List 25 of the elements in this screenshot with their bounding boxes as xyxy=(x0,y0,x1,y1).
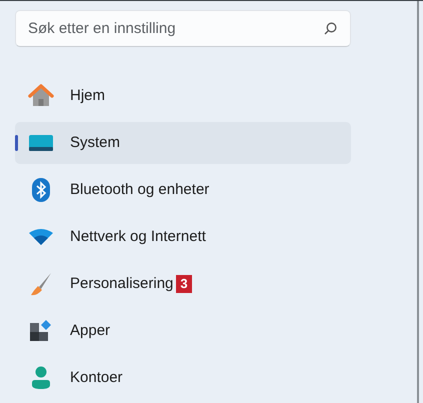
count-badge: 3 xyxy=(176,275,192,293)
nav-label: System xyxy=(70,132,120,153)
nav-label: Nettverk og Internett xyxy=(70,226,206,247)
nav-item[interactable]: Kontoer xyxy=(15,357,351,399)
wifi-icon xyxy=(29,228,53,246)
nav-label: Bluetooth og enheter xyxy=(70,180,210,200)
monitor-icon xyxy=(29,134,53,152)
search-icon xyxy=(324,22,337,35)
nav-item[interactable]: Apper xyxy=(15,310,351,352)
bluetooth-icon xyxy=(32,178,50,202)
nav-label: Apper xyxy=(70,320,110,341)
selection-indicator xyxy=(15,135,18,151)
nav-item[interactable]: Nettverk og Internett xyxy=(15,216,351,258)
nav-label: Kontoer xyxy=(70,368,123,388)
nav-label: Hjem xyxy=(70,86,106,106)
nav-item[interactable]: Hjem xyxy=(15,75,351,117)
person-icon xyxy=(31,366,51,390)
nav-label: Personalisering xyxy=(70,274,174,294)
paintbrush-icon xyxy=(29,272,53,296)
nav-item[interactable]: Personalisering 3 xyxy=(15,263,351,305)
search-field[interactable]: Søk etter en innstilling xyxy=(15,10,351,47)
house-icon xyxy=(28,84,54,108)
apps-icon xyxy=(30,320,52,342)
nav-item[interactable]: System xyxy=(15,122,351,164)
nav-item[interactable]: Bluetooth og enheter xyxy=(15,169,351,211)
